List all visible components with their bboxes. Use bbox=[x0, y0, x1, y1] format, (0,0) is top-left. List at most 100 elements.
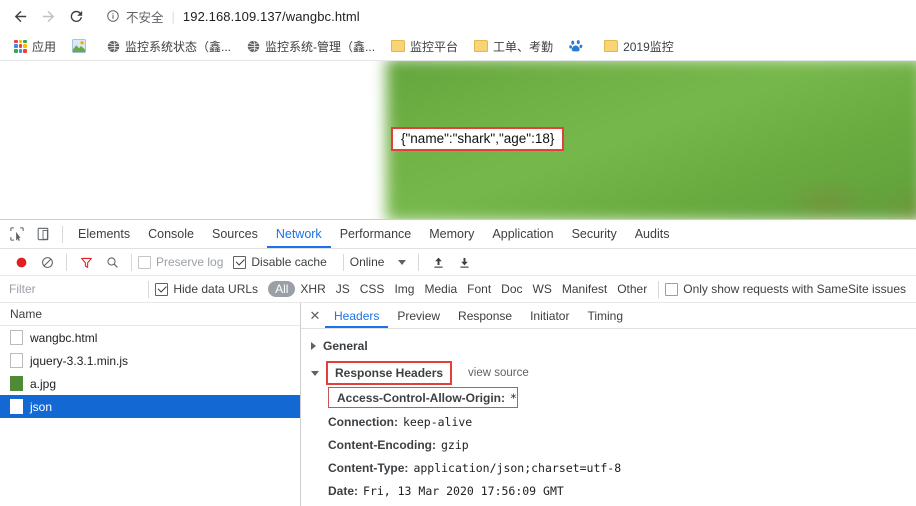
folder-icon bbox=[474, 40, 489, 52]
export-har-button[interactable] bbox=[451, 249, 477, 275]
toolbar-divider bbox=[66, 253, 67, 271]
url-text[interactable]: 192.168.109.137/wangbc.html bbox=[183, 9, 360, 24]
bookmark-monitor-status[interactable]: 监控系统状态（鑫... bbox=[101, 35, 237, 57]
header-key: Access-Control-Allow-Origin: bbox=[337, 390, 506, 405]
clear-button[interactable] bbox=[34, 249, 60, 275]
disable-cache-label: Disable cache bbox=[251, 255, 327, 269]
record-button[interactable] bbox=[8, 249, 34, 275]
bookmarks-bar: 应用 监控系统状态（鑫... 监控系统-管理（鑫... 监控平台 工单、考勤 2… bbox=[0, 32, 916, 61]
filter-type-media[interactable]: Media bbox=[419, 281, 462, 297]
bookmark-photos[interactable] bbox=[66, 35, 97, 57]
tab-sources[interactable]: Sources bbox=[203, 221, 267, 248]
tab-memory[interactable]: Memory bbox=[420, 221, 483, 248]
request-row-wangbc-html[interactable]: wangbc.html bbox=[0, 326, 300, 349]
import-har-button[interactable] bbox=[425, 249, 451, 275]
bookmark-baidu[interactable] bbox=[563, 35, 594, 57]
globe-icon bbox=[107, 40, 120, 53]
header-row-content-encoding: Content-Encoding: gzip bbox=[301, 433, 916, 456]
search-icon bbox=[106, 256, 118, 268]
tab-performance[interactable]: Performance bbox=[331, 221, 421, 248]
photos-icon bbox=[72, 39, 87, 53]
checkbox-box bbox=[233, 255, 247, 269]
device-toolbar-button[interactable] bbox=[30, 221, 56, 247]
folder-icon bbox=[391, 40, 406, 52]
header-row-access-control-allow-origin: Access-Control-Allow-Origin: * bbox=[328, 387, 518, 408]
tab-security[interactable]: Security bbox=[563, 221, 626, 248]
search-button[interactable] bbox=[99, 249, 125, 275]
checkbox-box bbox=[155, 282, 169, 296]
globe-icon bbox=[247, 40, 260, 53]
header-key: Date: bbox=[328, 483, 359, 498]
apps-grid-icon bbox=[14, 39, 27, 53]
samesite-issues-label: Only show requests with SameSite issues bbox=[683, 282, 906, 296]
request-row-a-jpg[interactable]: a.jpg bbox=[0, 372, 300, 395]
tab-application[interactable]: Application bbox=[483, 221, 562, 248]
security-status-label: 不安全 bbox=[126, 10, 164, 25]
samesite-issues-checkbox[interactable]: Only show requests with SameSite issues bbox=[665, 282, 906, 296]
filter-type-ws[interactable]: WS bbox=[528, 281, 557, 297]
filter-funnel-icon bbox=[80, 257, 92, 268]
request-row-json[interactable]: json bbox=[0, 395, 300, 418]
inspect-element-icon bbox=[10, 227, 24, 241]
bookmark-apps[interactable]: 应用 bbox=[8, 35, 62, 57]
toolbar-divider bbox=[148, 280, 150, 298]
filter-type-js[interactable]: JS bbox=[331, 281, 355, 297]
subtab-initiator[interactable]: Initiator bbox=[521, 304, 578, 328]
bookmark-label: 监控系统-管理（鑫... bbox=[265, 39, 376, 54]
close-detail-button[interactable]: ✕ bbox=[305, 306, 325, 326]
preserve-log-checkbox[interactable]: Preserve log bbox=[138, 255, 223, 269]
forward-button[interactable] bbox=[34, 2, 62, 30]
subtab-headers[interactable]: Headers bbox=[325, 304, 388, 328]
reload-button[interactable] bbox=[62, 2, 90, 30]
subtab-response[interactable]: Response bbox=[449, 304, 521, 328]
request-row-jquery[interactable]: jquery-3.3.1.min.js bbox=[0, 349, 300, 372]
section-general[interactable]: General bbox=[301, 335, 916, 357]
request-rows: wangbc.html jquery-3.3.1.min.js a.jpg js… bbox=[0, 326, 300, 506]
bookmark-folder-workorder[interactable]: 工单、考勤 bbox=[468, 35, 559, 57]
request-name: json bbox=[30, 399, 53, 414]
bookmark-folder-monitor-platform[interactable]: 监控平台 bbox=[385, 35, 464, 57]
address-bar[interactable]: 不安全 | 192.168.109.137/wangbc.html bbox=[98, 4, 902, 28]
tab-network[interactable]: Network bbox=[267, 221, 331, 248]
filter-type-css[interactable]: CSS bbox=[355, 281, 390, 297]
throttling-dropdown[interactable]: Online bbox=[350, 255, 407, 269]
baidu-icon bbox=[569, 39, 583, 53]
import-har-icon bbox=[434, 257, 443, 268]
filter-button[interactable] bbox=[73, 249, 99, 275]
header-value: * bbox=[510, 390, 517, 405]
inspect-element-button[interactable] bbox=[4, 221, 30, 247]
filter-type-all[interactable]: All bbox=[268, 281, 296, 297]
section-response-headers[interactable]: Response Headers view source bbox=[301, 361, 916, 385]
filter-type-font[interactable]: Font bbox=[462, 281, 496, 297]
header-row-connection: Connection: keep-alive bbox=[301, 410, 916, 433]
filter-type-other[interactable]: Other bbox=[612, 281, 652, 297]
request-name: a.jpg bbox=[30, 376, 57, 391]
browser-toolbar: 不安全 | 192.168.109.137/wangbc.html bbox=[0, 0, 916, 32]
json-response-annotation: {"name":"shark","age":18} bbox=[391, 127, 565, 151]
filter-type-xhr[interactable]: XHR bbox=[295, 281, 330, 297]
filter-type-img[interactable]: Img bbox=[389, 281, 419, 297]
request-name: wangbc.html bbox=[30, 330, 98, 345]
filter-type-manifest[interactable]: Manifest bbox=[557, 281, 612, 297]
filter-type-doc[interactable]: Doc bbox=[496, 281, 527, 297]
view-source-link[interactable]: view source bbox=[468, 367, 529, 379]
network-toolbar: Preserve log Disable cache Online bbox=[0, 249, 916, 276]
tab-console[interactable]: Console bbox=[139, 221, 203, 248]
header-key: Connection: bbox=[328, 414, 398, 429]
reload-icon bbox=[70, 10, 82, 22]
bookmark-monitor-admin[interactable]: 监控系统-管理（鑫... bbox=[241, 35, 381, 57]
tab-audits[interactable]: Audits bbox=[626, 221, 679, 248]
hide-data-urls-label: Hide data URLs bbox=[173, 282, 259, 296]
browser-window: 不安全 | 192.168.109.137/wangbc.html 应用 监控系… bbox=[0, 0, 916, 506]
toolbar-divider bbox=[342, 253, 344, 271]
tab-elements[interactable]: Elements bbox=[69, 221, 139, 248]
bookmark-folder-2019-monitor[interactable]: 2019监控 bbox=[598, 35, 680, 57]
back-button[interactable] bbox=[6, 2, 34, 30]
filter-input[interactable]: Filter bbox=[8, 279, 142, 299]
subtab-timing[interactable]: Timing bbox=[578, 304, 632, 328]
disable-cache-checkbox[interactable]: Disable cache bbox=[233, 255, 327, 269]
subtab-preview[interactable]: Preview bbox=[388, 304, 449, 328]
hide-data-urls-checkbox[interactable]: Hide data URLs bbox=[155, 282, 258, 296]
toolbar-divider bbox=[418, 253, 420, 271]
request-list: Name wangbc.html jquery-3.3.1.min.js a.j… bbox=[0, 303, 301, 506]
